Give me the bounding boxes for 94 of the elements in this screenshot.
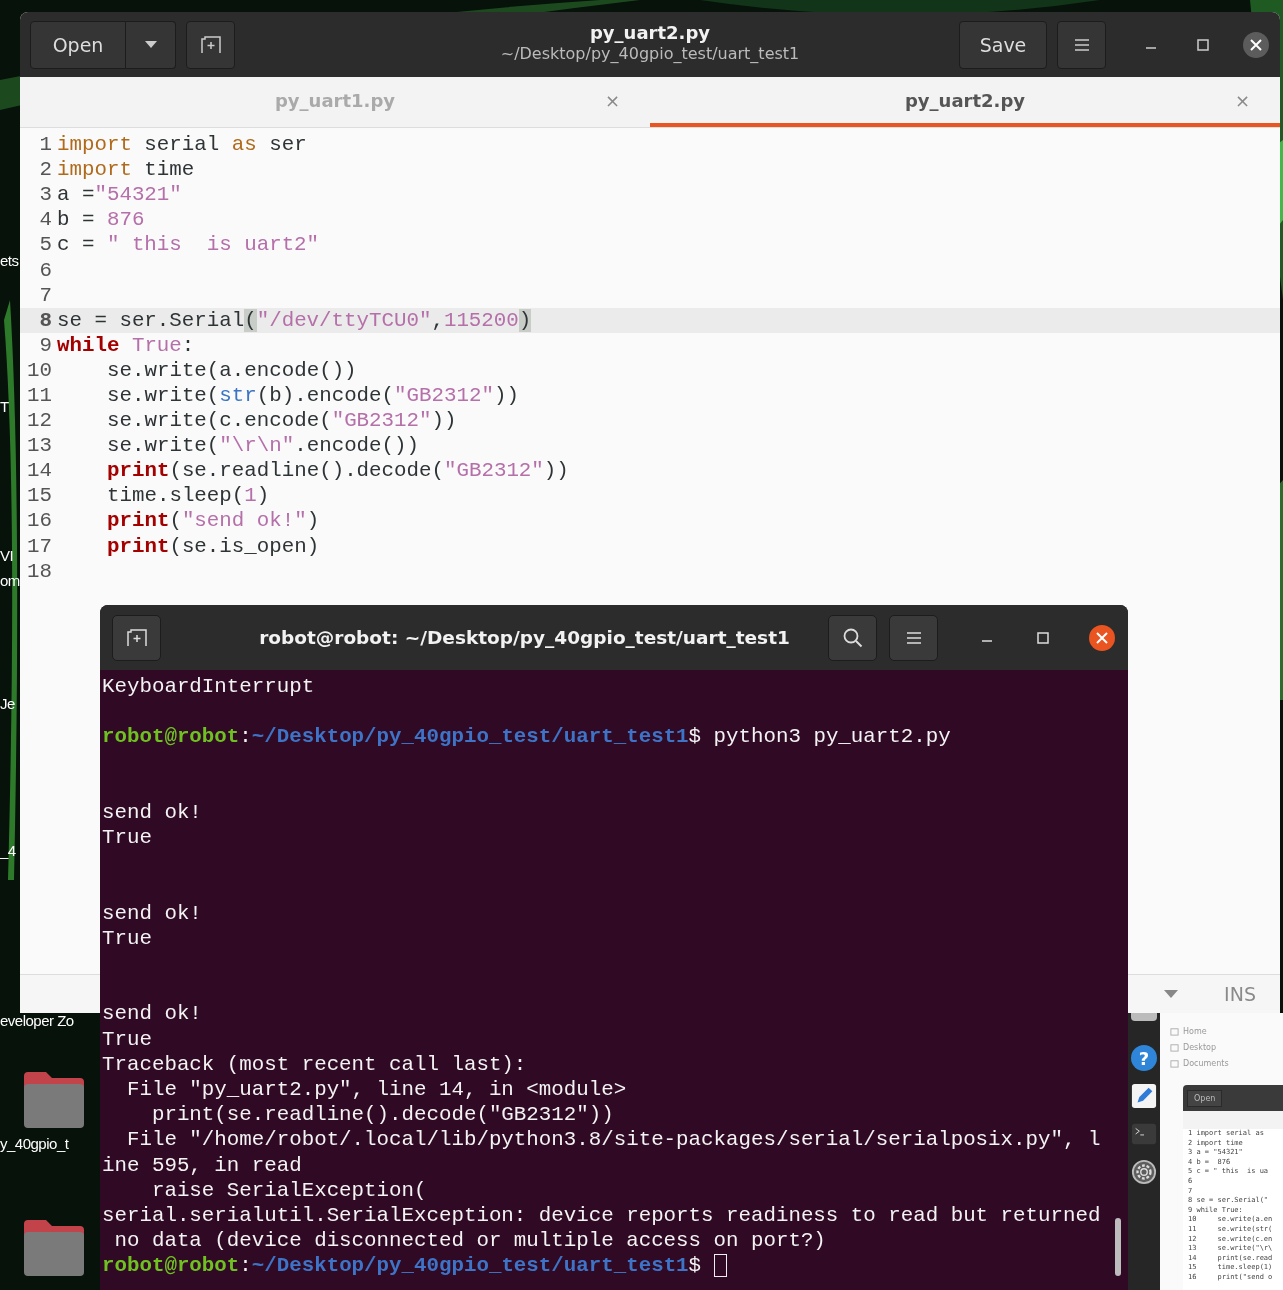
line-number: 18: [26, 559, 53, 583]
terminal-line: send ok!: [102, 1001, 202, 1027]
desktop-label: eveloper Zo: [0, 1012, 74, 1029]
close-icon[interactable]: [1088, 623, 1116, 652]
close-tab-button[interactable]: ×: [1234, 89, 1250, 111]
terminal-icon[interactable]: [1131, 1121, 1157, 1147]
line-number: 7: [38, 283, 53, 307]
code-line: while True:: [57, 333, 195, 357]
terminal-prompt: robot@robot:~/Desktop/py_40gpio_test/uart_test1$: [102, 1253, 702, 1279]
terminal-line: ine 595, in read: [102, 1152, 302, 1178]
terminal-line: print(se.readline().decode("GB2312")): [150, 1102, 614, 1128]
menu-button[interactable]: [889, 614, 938, 661]
line-number: 4: [38, 208, 53, 232]
code-line: se.write(a.encode()): [107, 358, 357, 382]
line-number: 9: [38, 333, 53, 357]
terminal-line: no data (device disconnected or multiple access on port?): [113, 1228, 826, 1254]
terminal-prompt: robot@robot:~/Desktop/py_40gpio_test/uart_test1$ python3 py_uart2.py: [102, 724, 951, 750]
line-number: 2: [38, 158, 53, 182]
scrollbar[interactable]: [1115, 1218, 1121, 1276]
code-line: b = 876: [57, 208, 145, 232]
terminal-line: serial.serialutil.SerialException: device reports readiness to read but returned: [102, 1202, 1101, 1229]
line-number: 17: [26, 534, 53, 558]
code-line: import serial as ser: [57, 133, 307, 157]
line-number: 12: [26, 409, 53, 433]
line-number: 13: [26, 434, 53, 458]
gear-icon[interactable]: [1131, 1159, 1157, 1185]
code-line: print(se.readline().decode("GB2312")): [107, 459, 569, 483]
window-subtitle: ~/Desktop/py_40gpio_test/uart_test1: [500, 44, 800, 63]
code-line: se.write("\r\n".encode()): [107, 434, 420, 458]
code-line: a ="54321": [57, 183, 182, 207]
code-line: c = " this is uart2": [57, 233, 320, 257]
desktop-label: VI: [0, 547, 14, 564]
open-button[interactable]: Open: [1187, 1089, 1223, 1107]
sidebar-item[interactable]: Home: [1170, 1027, 1283, 1036]
code-line: print(se.is_open): [107, 534, 320, 558]
code-line: se.write(str(b).encode("GB2312")): [107, 384, 519, 407]
line-number: 10: [26, 358, 53, 382]
line-number: 8: [38, 308, 53, 332]
terminal-line: True: [102, 825, 152, 851]
caret-icon: [144, 40, 157, 49]
terminal-line: send ok!: [102, 900, 202, 926]
line-number: 15: [26, 484, 53, 508]
terminal-line: File "py_uart2.py", line 14, in <module>: [125, 1077, 627, 1103]
sidebar-item[interactable]: Desktop: [1170, 1043, 1283, 1052]
line-number: 6: [38, 258, 53, 282]
desktop-label: Je: [0, 695, 15, 712]
maximize-icon[interactable]: [1196, 37, 1210, 52]
terminal-line: True: [102, 925, 152, 952]
new-tab-icon: [200, 35, 221, 54]
menu-button[interactable]: [1057, 20, 1106, 69]
search-icon: [842, 627, 863, 648]
code-line: print("send ok!"): [107, 509, 320, 533]
code-line: time.sleep(1): [107, 484, 270, 508]
caret-icon[interactable]: [1164, 989, 1179, 999]
menu-icon: [905, 630, 922, 645]
close-tab-button[interactable]: ×: [604, 89, 620, 111]
app-icon[interactable]: [1131, 1013, 1157, 1021]
save-button[interactable]: Save: [959, 20, 1047, 69]
desktop-label: T: [0, 398, 9, 415]
insert-mode-label[interactable]: INS: [1224, 983, 1256, 1005]
sidebar-item[interactable]: Documents: [1170, 1059, 1283, 1068]
code-line: import time: [57, 158, 195, 182]
code-line: se.write(c.encode("GB2312")): [107, 409, 457, 433]
terminal-line: True: [102, 1026, 152, 1052]
tab[interactable]: py_uart1.py ×: [20, 77, 650, 127]
tab[interactable]: py_uart2.py ×: [650, 77, 1280, 127]
desktop-label: om: [0, 572, 20, 589]
line-number: 3: [38, 183, 53, 207]
line-number: 16: [26, 509, 53, 533]
open-button[interactable]: Open: [30, 20, 126, 69]
terminal-line: send ok!: [102, 799, 202, 826]
terminal-line: File "/home/robot/.local/lib/python3.8/site-packages/serial/serialposix.py", l: [125, 1127, 1101, 1153]
terminal-line: raise SerialException(: [150, 1177, 427, 1203]
terminal-line: Traceback (most recent call last):: [102, 1051, 527, 1077]
terminal-line: KeyboardInterrupt: [102, 674, 315, 700]
search-button[interactable]: [828, 614, 877, 661]
line-number: 5: [38, 233, 53, 257]
line-number: 11: [26, 384, 53, 407]
close-icon[interactable]: [1242, 30, 1270, 59]
window-title: robot@robot: ~/Desktop/py_40gpio_test/uart_test1: [258, 627, 791, 648]
line-number: 14: [26, 459, 53, 483]
maximize-icon[interactable]: [1036, 630, 1050, 645]
desktop-label: _4: [0, 842, 16, 859]
window-title: py_uart2.py: [589, 22, 710, 43]
line-number: 1: [38, 133, 53, 157]
pencil-icon[interactable]: [1131, 1083, 1157, 1109]
menu-icon: [1073, 37, 1090, 52]
code-line: se = ser.Serial("/dev/ttyTCU0",115200): [57, 308, 532, 332]
desktop-label: y_40gpio_t: [0, 1135, 69, 1152]
help-icon[interactable]: ?: [1131, 1045, 1157, 1071]
desktop-label: ets: [0, 252, 19, 269]
new-tab-button[interactable]: [186, 20, 235, 69]
new-tab-button[interactable]: [112, 614, 161, 661]
new-tab-icon: [126, 628, 147, 647]
